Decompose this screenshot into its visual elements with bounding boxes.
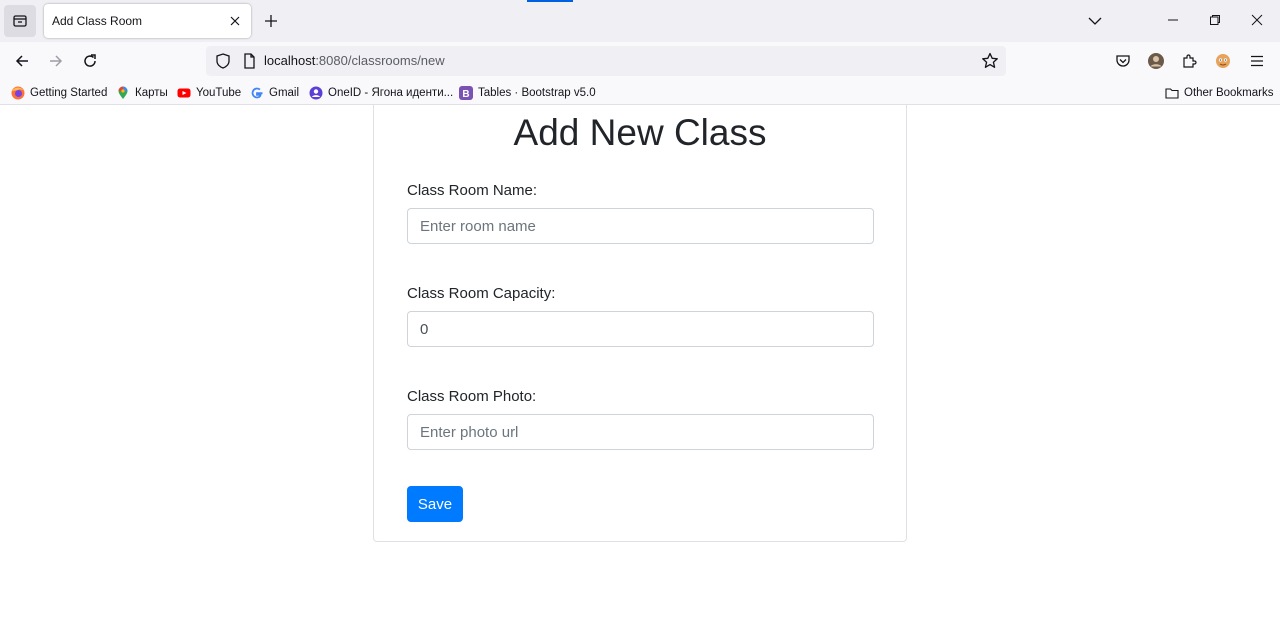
puzzle-icon (1183, 54, 1197, 68)
room-name-input[interactable] (407, 208, 874, 244)
emoji-face-icon (1216, 54, 1230, 68)
add-class-form-card: Add New Class Class Room Name: Class Roo… (373, 105, 907, 542)
maps-pin-icon (116, 86, 130, 100)
extensions-button[interactable] (1178, 50, 1200, 72)
bookmark-label: Tables · Bootstrap v5.0 (478, 86, 596, 99)
back-button[interactable] (9, 48, 35, 74)
forward-button[interactable] (43, 48, 69, 74)
folder-icon (1165, 86, 1179, 100)
room-photo-url-input[interactable] (407, 414, 874, 450)
youtube-icon (177, 86, 191, 100)
restore-icon (1210, 15, 1220, 25)
pocket-icon (1116, 55, 1130, 67)
chevron-down-icon (1088, 17, 1102, 25)
firefox-view-icon (13, 15, 27, 27)
list-all-tabs-button[interactable] (1082, 9, 1108, 33)
tab-strip-accent (527, 0, 573, 2)
bookmark-label: Getting Started (30, 86, 108, 99)
bookmark-star-button[interactable] (980, 51, 1000, 71)
save-button[interactable]: Save (407, 486, 463, 522)
bookmark-youtube[interactable]: YouTube (177, 84, 241, 101)
bootstrap-icon: B (459, 85, 473, 100)
room-capacity-label: Class Room Capacity: (407, 285, 556, 302)
other-bookmarks-label: Other Bookmarks (1184, 86, 1274, 99)
url-path: :8080/classrooms/new (315, 53, 445, 68)
bookmarks-toolbar: Getting Started Карты YouTube Gmail OneI… (0, 80, 1280, 105)
extension-emoji-button[interactable] (1212, 50, 1234, 72)
star-icon (982, 52, 998, 68)
bookmark-label: YouTube (196, 86, 242, 99)
room-name-label: Class Room Name: (407, 182, 538, 199)
bookmark-gmail[interactable]: Gmail (250, 84, 299, 101)
other-bookmarks-folder[interactable]: Other Bookmarks (1165, 84, 1273, 101)
google-g-icon (250, 86, 264, 100)
bookmark-label: Карты (135, 86, 168, 99)
new-tab-button[interactable] (258, 9, 284, 33)
minimize-button[interactable] (1154, 4, 1192, 36)
page-title: Add New Class (513, 112, 767, 153)
room-photo-label: Class Room Photo: (407, 388, 537, 405)
room-capacity-input[interactable] (407, 311, 874, 347)
minimize-icon (1168, 19, 1178, 21)
pocket-button[interactable] (1112, 50, 1134, 72)
svg-text:B: B (462, 89, 469, 100)
url-host: localhost (264, 53, 316, 68)
bookmark-getting-started[interactable]: Getting Started (11, 84, 107, 101)
page-info-icon[interactable] (240, 52, 258, 70)
close-icon (1251, 14, 1263, 26)
close-icon (230, 16, 240, 26)
restore-button[interactable] (1196, 4, 1234, 36)
bookmark-oneid[interactable]: OneID - Ягона иденти... (309, 84, 453, 101)
arrow-right-icon (50, 55, 63, 67)
address-bar[interactable]: localhost:8080/classrooms/new (206, 46, 1006, 76)
reload-icon (84, 54, 96, 67)
arrow-left-icon (15, 55, 28, 67)
tab-bar: Add Class Room (0, 0, 1280, 42)
hamburger-menu-icon (1251, 55, 1263, 67)
avatar-icon (1148, 53, 1164, 69)
bookmark-bootstrap-tables[interactable]: B Tables · Bootstrap v5.0 (459, 84, 596, 101)
tab-close-button[interactable] (223, 9, 247, 33)
navigation-toolbar: localhost:8080/classrooms/new (0, 42, 1280, 80)
tab-title: Add Class Room (52, 14, 143, 28)
tab-add-class-room[interactable]: Add Class Room (44, 4, 251, 38)
plus-icon (265, 15, 277, 27)
reload-button[interactable] (77, 48, 103, 74)
firefox-icon (11, 86, 25, 100)
bookmark-maps[interactable]: Карты (116, 84, 168, 101)
url-text[interactable]: localhost:8080/classrooms/new (264, 53, 445, 68)
account-avatar-button[interactable] (1145, 50, 1167, 72)
window-close-button[interactable] (1238, 4, 1276, 36)
tracking-protection-shield-icon[interactable] (214, 52, 232, 70)
bookmark-label: Gmail (269, 86, 300, 99)
user-circle-icon (309, 86, 323, 100)
bookmark-label: OneID - Ягона иденти... (328, 86, 454, 99)
firefox-view-button[interactable] (4, 5, 36, 37)
app-menu-button[interactable] (1246, 50, 1268, 72)
